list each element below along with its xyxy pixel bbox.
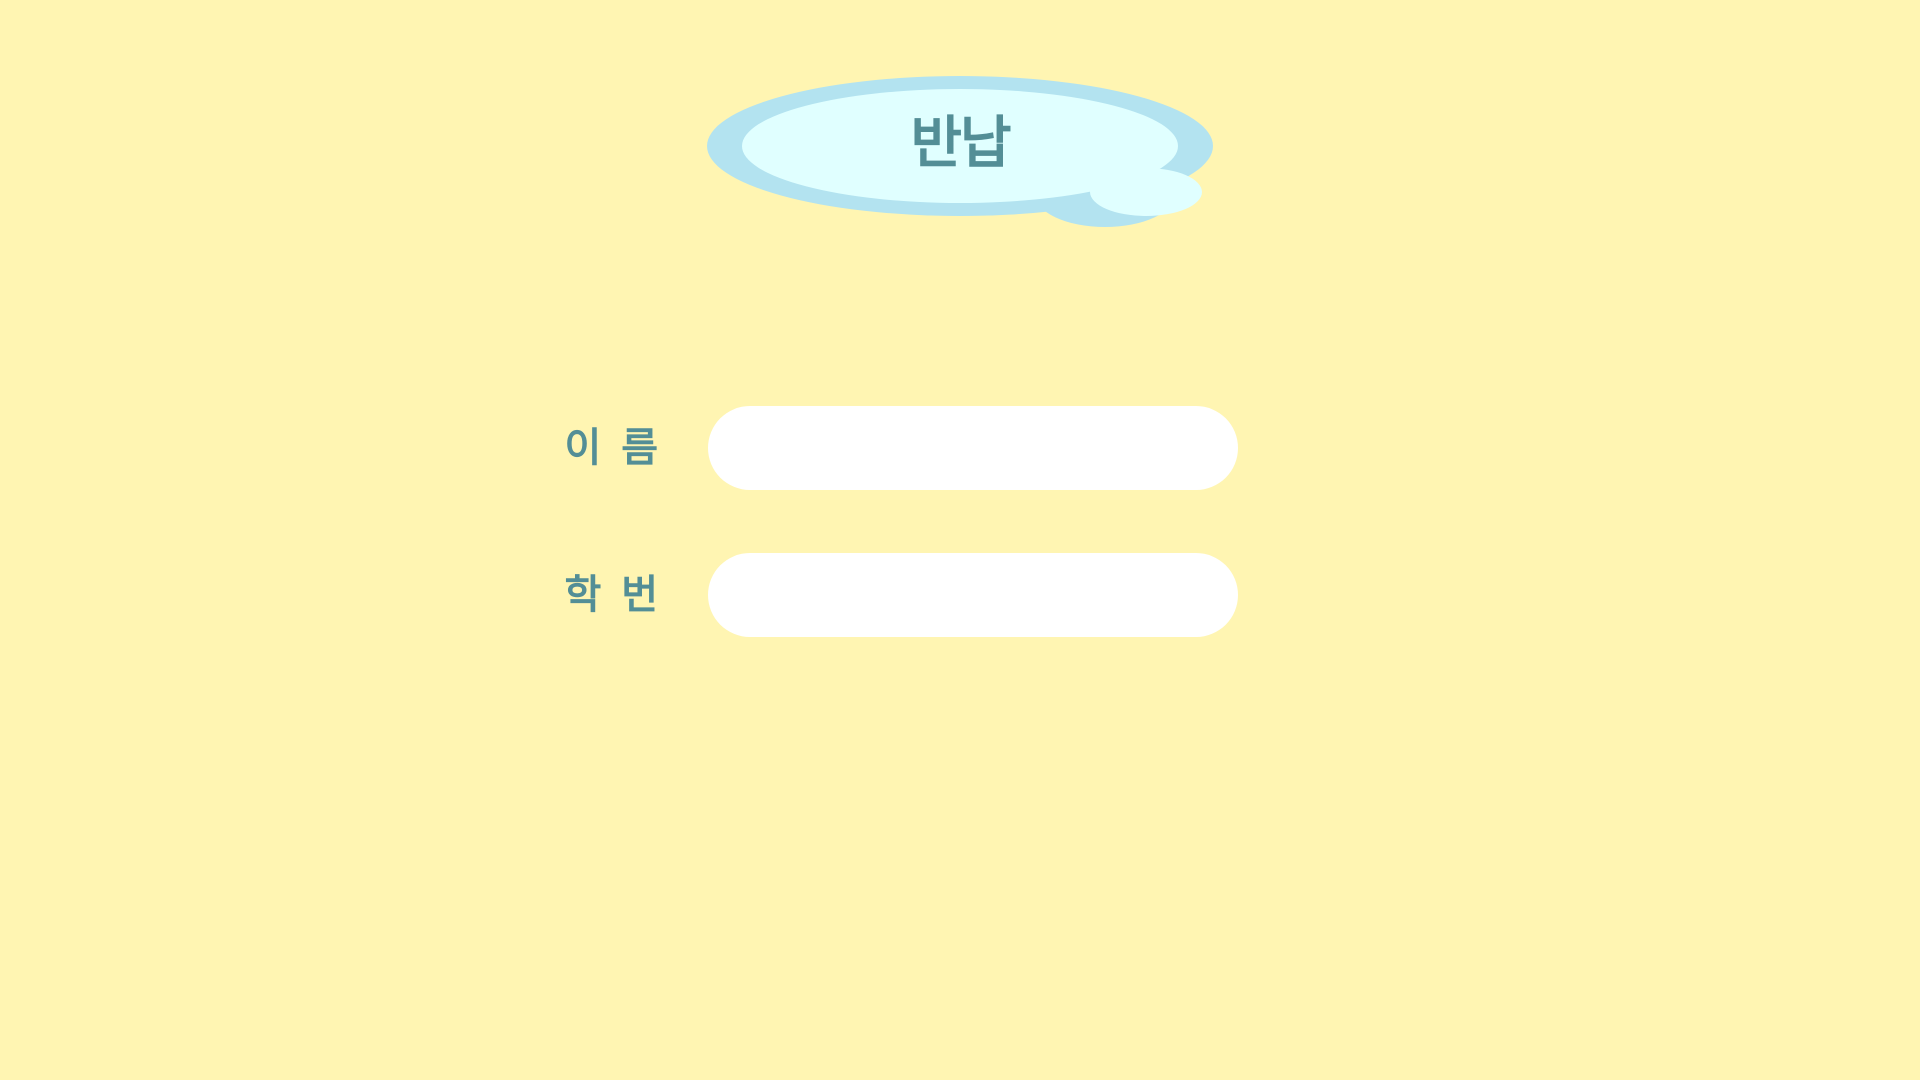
title-cloud: 반납 [705, 74, 1215, 230]
student-id-input[interactable] [708, 553, 1238, 637]
name-label: 이 름 [564, 425, 658, 471]
student-id-row: 학 번 [540, 553, 1240, 637]
page-title: 반납 [910, 111, 1011, 176]
name-row: 이 름 [540, 406, 1240, 490]
name-input[interactable] [708, 406, 1238, 490]
student-id-label: 학 번 [564, 572, 658, 618]
